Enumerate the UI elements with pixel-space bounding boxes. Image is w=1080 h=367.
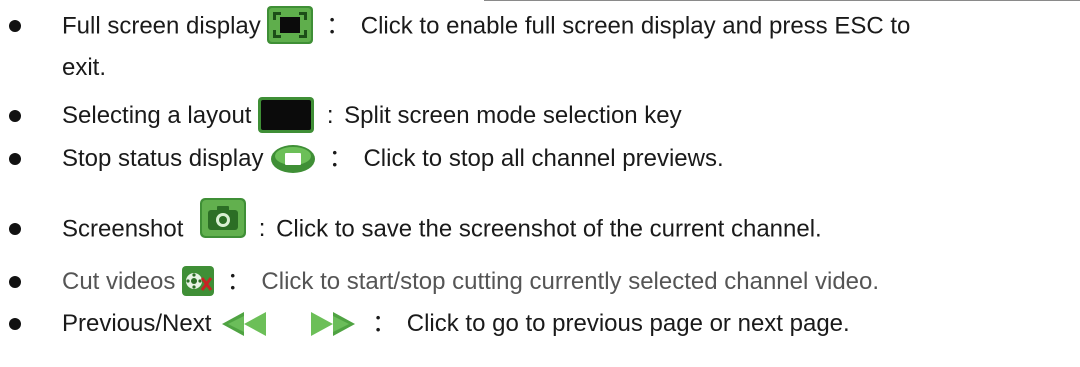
item-title: Selecting a layout bbox=[62, 102, 252, 129]
bullet bbox=[9, 223, 21, 235]
video-cut-icon bbox=[182, 265, 215, 296]
item-separator: ： bbox=[226, 268, 251, 295]
bullet bbox=[9, 110, 21, 122]
item-title: Cut videos bbox=[62, 268, 176, 295]
item-separator: : bbox=[258, 215, 266, 243]
list-item-cut-videos: Cut videos ： Click to start/stop cutting… bbox=[0, 264, 1080, 300]
item-separator: : bbox=[326, 102, 334, 129]
item-separator: ： bbox=[328, 145, 353, 172]
item-description: Click to save the screenshot of the curr… bbox=[276, 215, 822, 243]
bullet bbox=[9, 276, 21, 288]
item-description: Click to stop all channel previews. bbox=[363, 145, 724, 172]
list-item-layout: Selecting a layout : Split screen mode s… bbox=[0, 96, 1080, 134]
fullscreen-icon bbox=[267, 6, 314, 44]
list-item-screenshot: Screenshot : Click to save the screensho… bbox=[0, 198, 1080, 248]
list-item-previous-next: Previous/Next ： Click to go to previous … bbox=[0, 306, 1080, 342]
list-item-stop-status: Stop status display ： Click to stop all … bbox=[0, 141, 1080, 177]
item-description-continued: exit. bbox=[62, 54, 107, 81]
item-title: Previous/Next bbox=[62, 310, 212, 337]
camera-icon bbox=[200, 198, 247, 238]
bullet bbox=[9, 153, 21, 165]
item-separator: ： bbox=[326, 12, 351, 40]
item-description: Click to go to previous page or next pag… bbox=[406, 310, 850, 337]
item-description: Click to enable full screen display and … bbox=[360, 12, 911, 40]
next-page-icon bbox=[307, 310, 359, 338]
previous-page-icon bbox=[218, 310, 270, 338]
stop-preview-icon bbox=[270, 144, 316, 174]
bullet bbox=[9, 318, 21, 330]
item-separator: ： bbox=[372, 310, 397, 337]
top-rule bbox=[484, 0, 1080, 1]
item-title: Screenshot bbox=[62, 215, 184, 243]
bullet bbox=[9, 20, 21, 32]
item-description: Split screen mode selection key bbox=[344, 102, 682, 129]
item-title: Stop status display bbox=[62, 145, 264, 172]
item-description: Click to start/stop cutting currently se… bbox=[261, 268, 880, 295]
item-title: Full screen display bbox=[62, 12, 261, 40]
list-item-fullscreen: Full screen display ： Click to enable fu… bbox=[0, 6, 1080, 88]
layout-icon bbox=[258, 96, 315, 133]
